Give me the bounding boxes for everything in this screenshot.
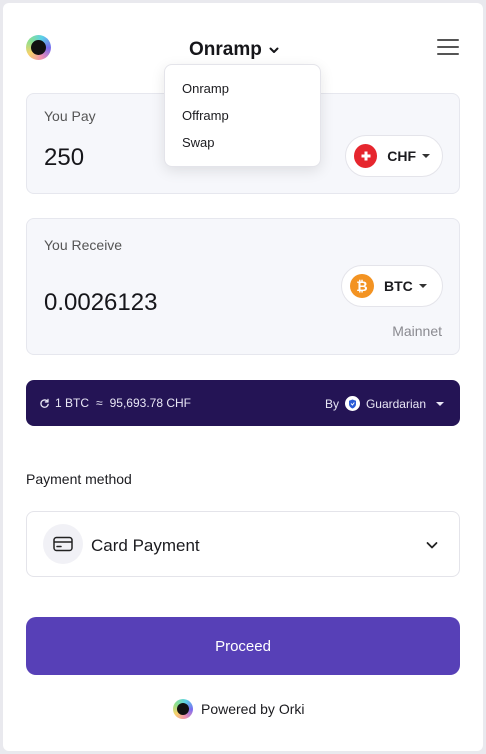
- guardarian-shield-icon: [344, 396, 360, 411]
- credit-card-icon: [43, 524, 83, 564]
- swiss-flag-icon: [354, 144, 378, 168]
- pay-amount-input[interactable]: 250: [44, 144, 84, 172]
- pay-currency-code: CHF: [387, 148, 416, 164]
- hamburger-menu-icon[interactable]: [437, 39, 459, 59]
- receive-currency-code: BTC: [384, 278, 413, 294]
- payment-method-value: Card Payment: [91, 536, 200, 555]
- caret-down-icon: [418, 284, 427, 288]
- caret-down-icon: [436, 401, 444, 406]
- refresh-icon[interactable]: [39, 398, 50, 409]
- rate-info: 1 BTC ≈ 95,693.78 CHF: [39, 396, 191, 410]
- dropdown-item-offramp[interactable]: Offramp: [182, 108, 229, 123]
- chevron-down-icon: [269, 47, 279, 53]
- caret-down-icon: [422, 154, 430, 158]
- payment-method-label: Payment method: [26, 471, 132, 487]
- rate-base: 1 BTC: [55, 396, 90, 410]
- chevron-down-icon: [426, 542, 438, 549]
- mode-selector-label: Onramp: [189, 39, 262, 60]
- provider-name: Guardarian: [365, 396, 426, 411]
- proceed-button[interactable]: Proceed: [26, 617, 460, 675]
- widget-frame: Onramp You Pay 250 CHF You Receive 0.002…: [3, 3, 483, 751]
- powered-by-text: Powered by Orki: [201, 701, 305, 717]
- orki-logo-icon: [26, 35, 51, 60]
- payment-method-selector[interactable]: Card Payment: [26, 511, 460, 577]
- provider-by-label: By: [324, 396, 339, 411]
- network-label: Mainnet: [392, 323, 442, 339]
- dropdown-item-swap[interactable]: Swap: [182, 135, 215, 150]
- mode-dropdown-menu: Onramp Offramp Swap: [164, 64, 321, 167]
- receive-currency-selector[interactable]: ₿ BTC: [341, 265, 443, 307]
- you-receive-label: You Receive: [44, 237, 123, 253]
- you-pay-label: You Pay: [44, 108, 96, 124]
- dropdown-item-onramp[interactable]: Onramp: [182, 81, 229, 96]
- pay-currency-selector[interactable]: CHF: [345, 135, 443, 177]
- exchange-rate-bar: 1 BTC ≈ 95,693.78 CHF By Guardarian: [26, 380, 460, 426]
- orki-logo-icon: [173, 699, 193, 719]
- rate-approx: ≈: [96, 396, 103, 410]
- powered-by: Powered by Orki: [173, 699, 304, 719]
- bitcoin-icon: ₿: [350, 274, 374, 298]
- you-receive-card: You Receive 0.0026123 ₿ BTC Mainnet: [26, 218, 460, 355]
- provider-selector[interactable]: By Guardarian: [325, 396, 444, 411]
- mode-selector-button[interactable]: Onramp: [189, 37, 280, 63]
- receive-amount: 0.0026123: [44, 289, 158, 316]
- rate-value: 95,693.78 CHF: [109, 396, 191, 410]
